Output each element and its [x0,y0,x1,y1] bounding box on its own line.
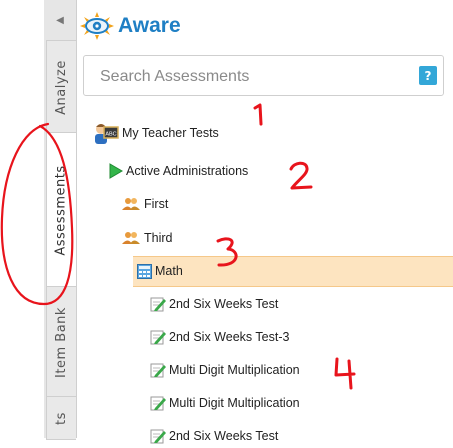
collapse-arrow-icon[interactable]: ◀ [44,0,76,40]
tree-node-group-first[interactable]: First [121,192,168,216]
tree-node-label: 2nd Six Weeks Test [169,297,279,311]
edit-test-icon [150,396,166,411]
tree-node-math[interactable]: Math [137,259,183,283]
tab-assessments[interactable]: Assessments [46,132,76,288]
search-box: ? [83,55,444,96]
edit-test-icon [150,363,166,378]
tab-analyze[interactable]: Analyze [46,40,76,134]
tree-node-label: My Teacher Tests [122,126,219,140]
tree-node-test[interactable]: 2nd Six Weeks Test [150,424,278,448]
group-icon [122,232,140,244]
tab-reports-label: ts [54,411,69,425]
calculator-icon [137,263,152,279]
tree-node-label: Multi Digit Multiplication [169,396,300,410]
group-icon [122,198,140,210]
svg-text:ABC: ABC [105,132,116,138]
tab-assessments-label: Assessments [54,164,70,256]
annotation-number-4: 4 [334,357,356,390]
search-input[interactable] [98,65,402,89]
tab-analyze-label: Analyze [54,59,70,115]
app-logo-text: Aware [118,14,181,37]
tree-node-active-administrations[interactable]: Active Administrations [109,159,248,183]
tree-node-label: Active Administrations [126,164,249,178]
tab-item-bank-label: Item Bank [54,306,70,378]
app-header: Aware [80,8,181,44]
tree-node-label: Multi Digit Multiplication [169,363,300,377]
help-button[interactable]: ? [419,66,437,85]
tree-node-test[interactable]: Multi Digit Multiplication [150,391,300,415]
tree-node-my-teacher-tests[interactable]: ABC My Teacher Tests [93,121,219,145]
tree-node-label: 2nd Six Weeks Test-3 [169,330,290,344]
tree-node-label: First [144,197,169,211]
annotation-number-2: 2 [289,161,313,190]
edit-test-icon [150,429,166,444]
tree-node-test[interactable]: 2nd Six Weeks Test-3 [150,325,289,349]
tree-node-test[interactable]: 2nd Six Weeks Test [150,292,278,316]
tree-node-label: Math [155,264,183,278]
tree-node-test[interactable]: Multi Digit Multiplication [150,358,300,382]
tab-reports[interactable]: ts [46,396,76,440]
tab-item-bank[interactable]: Item Bank [46,286,76,398]
tree-node-group-third[interactable]: Third [121,226,172,250]
annotation-number-1: 1 [253,103,263,126]
tree-node-label: Third [144,231,173,245]
edit-test-icon [150,330,166,345]
tree-node-label: 2nd Six Weeks Test [169,429,279,443]
eye-logo-icon [80,12,114,40]
edit-test-icon [150,297,166,312]
help-label: ? [424,68,432,83]
play-icon [109,163,123,179]
teacher-icon: ABC [95,124,119,144]
